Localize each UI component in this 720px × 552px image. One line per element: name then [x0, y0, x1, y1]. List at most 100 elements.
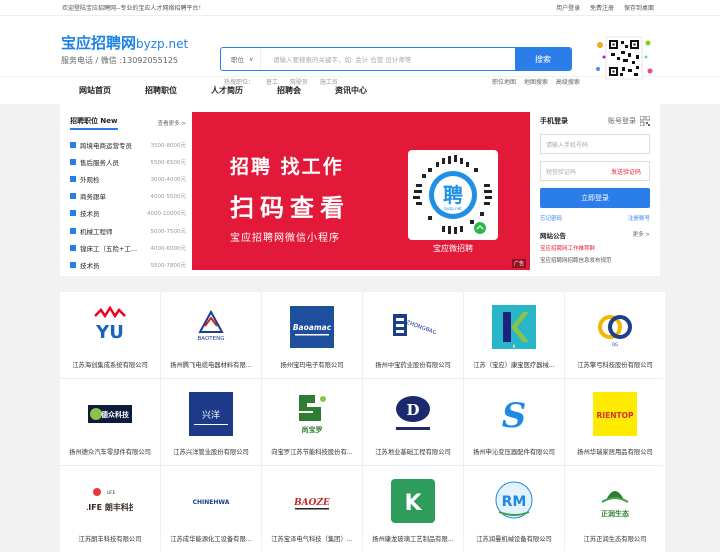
company-name: 江苏地业基础工程有限公司 — [375, 449, 451, 456]
announcement-item[interactable]: 宝应招聘网工作推荐群 — [540, 244, 650, 252]
company-logo: BAOZE — [289, 478, 335, 524]
send-code-button[interactable]: 发送验证码 — [611, 167, 649, 176]
company-card[interactable]: Baoamac 扬州宝玛电子有限公司 — [262, 292, 362, 378]
svg-text:S: S — [502, 396, 527, 436]
company-card[interactable]: 正润生态 江苏正润生态有限公司 — [565, 466, 665, 552]
company-card[interactable]: CHINEHWA 江苏成华能源化工设备有限... — [161, 466, 261, 552]
announcements-title: 网站公告 — [540, 232, 566, 240]
company-logo: 尚宝罗 — [289, 391, 335, 437]
miniprogram-label: 宝应微招聘 — [433, 244, 473, 253]
nav-home[interactable]: 网站首页 — [62, 77, 128, 104]
company-logo: BAOTENG — [188, 304, 234, 350]
miniprogram-banner[interactable]: 招聘 找工作 扫码查看 宝应招聘网微信小程序 聘 byzp.net 宝应微招聘 … — [192, 112, 530, 270]
register-link[interactable]: 免费注册 — [590, 5, 614, 12]
announcements-more-link[interactable]: 更多 > — [633, 230, 650, 240]
save-desktop-link[interactable]: 保存到桌面 — [624, 5, 654, 12]
company-card[interactable]: S 扬州申沁变压器配件有限公司 — [464, 379, 564, 465]
company-card[interactable]: 兴洋 江苏兴洋管业股份有限公司 — [161, 379, 261, 465]
company-name: 扬州宝玛电子有限公司 — [280, 362, 344, 369]
company-card[interactable]: D 江苏地业基础工程有限公司 — [363, 379, 463, 465]
search-input[interactable]: 请输入要搜索的关键字，如: 会计 仓管 设计师等 — [261, 48, 515, 70]
job-name: 跨境电商运营专员 — [80, 141, 132, 150]
company-logo: YU — [87, 304, 133, 350]
company-name: 江苏兴洋管业股份有限公司 — [173, 449, 249, 456]
company-logo: RM — [491, 478, 537, 524]
svg-text:D: D — [406, 401, 419, 419]
bullet-icon — [70, 261, 76, 268]
company-name: 江苏擎弓科技股份有限公司 — [577, 362, 653, 369]
welcome-text: 欢迎登陆宝应招聘网--专业的宝应人才网络招聘平台！ — [62, 5, 205, 12]
company-name: 江苏成华能源化工设备有限... — [170, 536, 252, 543]
hot-item[interactable]: 普工 — [266, 79, 278, 86]
code-sub: byzp.net — [444, 206, 462, 211]
company-logo: K — [390, 478, 436, 524]
job-item[interactable]: 售后服务人员 5500-6500元 — [70, 153, 192, 170]
company-name: 扬州腾飞电缆电器材料有限... — [170, 362, 252, 369]
company-name: 江苏正润生态有限公司 — [583, 536, 647, 543]
company-card[interactable]: BAOZE 江苏宝泽电气科技（集团）... — [262, 466, 362, 552]
job-item[interactable]: 镗床工（五险+工... 4000-6000元 — [70, 239, 192, 256]
company-name: 江苏（宝应）康宝医疗器械... — [473, 362, 555, 369]
job-salary: 5500-6500元 — [150, 159, 186, 166]
company-card[interactable]: BAOTENG 扬州腾飞电缆电器材料有限... — [161, 292, 261, 378]
company-card[interactable]: 德众科技 扬州德众汽车零部件有限公司 — [60, 379, 160, 465]
register-account-link[interactable]: 注册账号 — [628, 214, 650, 222]
company-card[interactable]: RM 江苏润曼机械设备有限公司 — [464, 466, 564, 552]
company-card[interactable]: K 江苏（宝应）康宝医疗器械... — [464, 292, 564, 378]
company-logo: K — [491, 304, 537, 350]
job-map-link[interactable]: 职位地图 — [492, 79, 516, 86]
ad-badge: 广告 — [511, 259, 526, 268]
job-item[interactable]: 机械工程师 5000-7500元 — [70, 222, 192, 239]
hot-label: 热搜职位： — [224, 79, 255, 86]
job-item[interactable]: 技术员 4000-10000元 — [70, 205, 192, 222]
company-logo: LIFE LIFE 朗丰科技 — [87, 478, 133, 524]
search-button[interactable]: 搜索 — [515, 48, 571, 70]
bullet-icon — [70, 175, 76, 182]
job-item[interactable]: 跨境电商运营专员 3500-8000元 — [70, 136, 192, 153]
phone-input[interactable]: 请输入手机号码 — [540, 134, 650, 154]
company-logo: RIENTOP — [592, 391, 638, 437]
company-logo: S — [491, 391, 537, 437]
login-button[interactable]: 立即登录 — [540, 188, 650, 208]
job-name: 镗床工（五险+工... — [80, 244, 138, 253]
hot-item[interactable]: 施工员 — [320, 79, 338, 86]
job-name: 售后服务人员 — [80, 158, 119, 167]
sms-code-input[interactable]: 短信验证码 发送验证码 — [540, 161, 650, 181]
company-logo: ZHONGBAO — [390, 304, 436, 350]
announcement-item[interactable]: 宝应招聘网招聘信息发布规范 — [540, 256, 650, 264]
job-salary: 5000-7500元 — [150, 228, 186, 235]
company-card[interactable]: RIENTOP 扬州华瑞家居用品有限公司 — [565, 379, 665, 465]
hot-item[interactable]: 驾驶员 — [290, 79, 308, 86]
site-logo[interactable]: 宝应招聘网byzp.net 服务电话 / 微信 :13092055125 — [61, 32, 188, 66]
qr-login-icon[interactable] — [640, 116, 650, 126]
login-link[interactable]: 用户登录 — [556, 5, 580, 12]
tab-account-login[interactable]: 账号登录 — [608, 116, 636, 126]
company-card[interactable]: YU 江苏海创集成系统有限公司 — [60, 292, 160, 378]
company-card[interactable]: 尚宝罗 向宝罗江苏节能科技股份有... — [262, 379, 362, 465]
tab-mobile-login[interactable]: 手机登录 — [540, 116, 568, 126]
search-type-select[interactable]: 职位 ∨ — [221, 48, 261, 70]
svg-text:Baoamac: Baoamac — [293, 323, 332, 332]
forgot-password-link[interactable]: 忘记密码 — [540, 214, 562, 222]
company-logo: Baoamac — [289, 304, 335, 350]
job-salary: 3500-8000元 — [150, 142, 186, 149]
nav-jobs[interactable]: 招聘职位 — [128, 77, 194, 104]
job-item[interactable]: 商务跟单 4000-5500元 — [70, 188, 192, 205]
company-card[interactable]: ZHONGBAO 扬州中宝药业股份有限公司 — [363, 292, 463, 378]
job-item[interactable]: 外观检 3000-4000元 — [70, 170, 192, 187]
jobs-more-link[interactable]: 查看更多 > — [158, 119, 186, 127]
company-card[interactable]: LIFE LIFE 朗丰科技 江苏朗丰科技有限公司 — [60, 466, 160, 552]
company-grid: YU 江苏海创集成系统有限公司 BAOTENG 扬州腾飞电缆电器材料有限... … — [60, 292, 665, 552]
company-name: 扬州康龙玻璃工艺制品有限... — [372, 536, 454, 543]
company-card[interactable]: K 扬州康龙玻璃工艺制品有限... — [363, 466, 463, 552]
chevron-down-icon: ∨ — [249, 55, 254, 63]
company-name: 向宝罗江苏节能科技股份有... — [271, 449, 353, 456]
bullet-icon — [70, 210, 76, 217]
advanced-search-link[interactable]: 高级搜索 — [556, 79, 580, 86]
svg-text:YU: YU — [95, 322, 124, 343]
company-card[interactable]: QG 江苏擎弓科技股份有限公司 — [565, 292, 665, 378]
header: 宝应招聘网byzp.net 服务电话 / 微信 :13092055125 职位 ∨… — [0, 16, 720, 86]
map-search-link[interactable]: 地图搜索 — [524, 79, 548, 86]
job-item[interactable]: 技术员 5500-7800元 — [70, 256, 192, 273]
svg-text:兴洋: 兴洋 — [202, 409, 220, 421]
